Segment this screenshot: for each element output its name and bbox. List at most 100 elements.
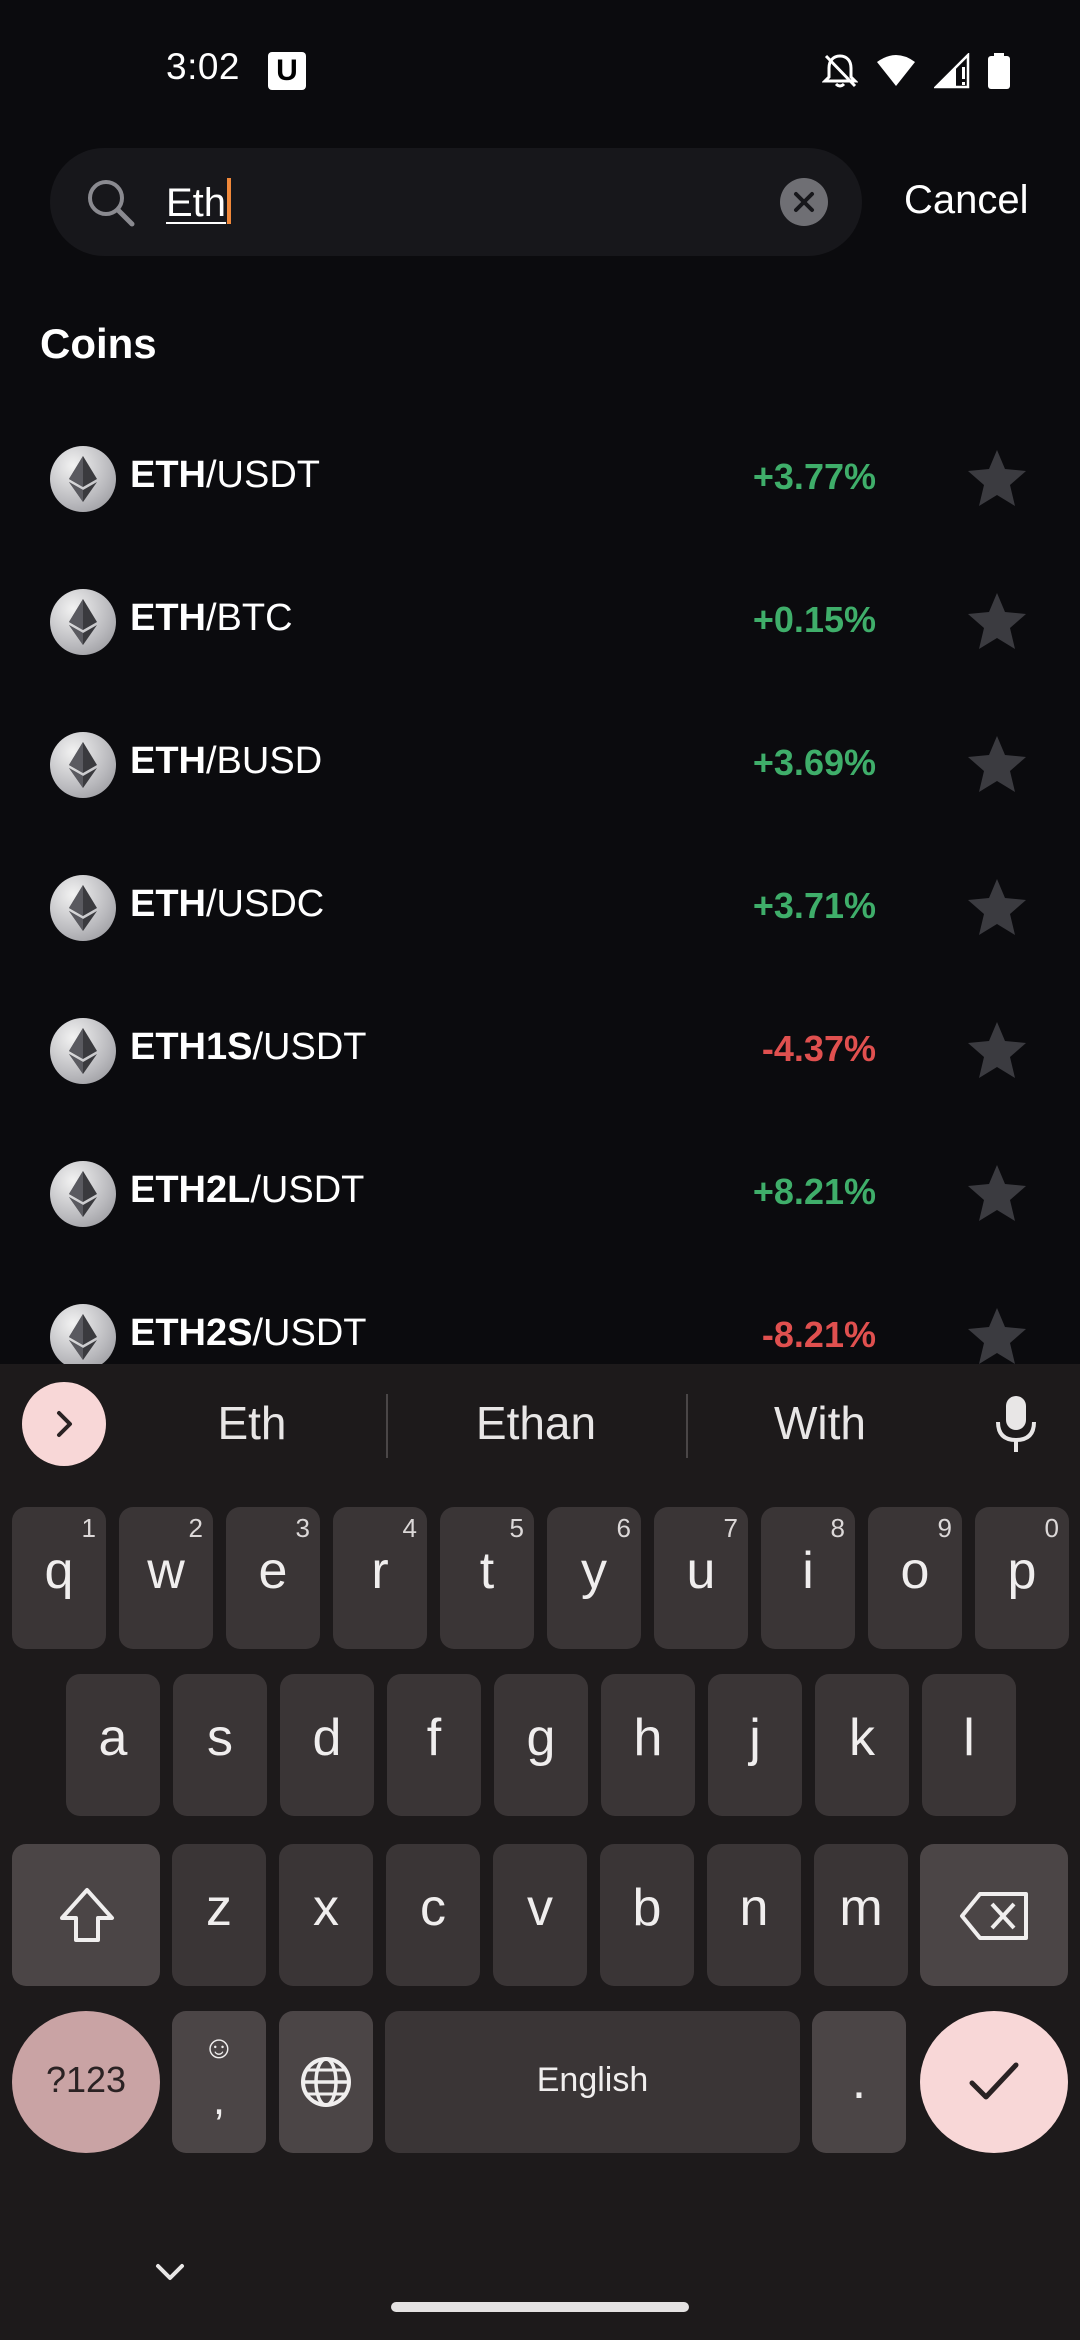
favorite-star-icon[interactable] — [966, 1020, 1028, 1080]
key-hint: 8 — [830, 1513, 845, 1543]
suggestion-3[interactable]: With — [700, 1396, 940, 1450]
key-z[interactable]: z — [172, 1844, 266, 1986]
coin-row[interactable]: ETH2L/USDT +8.21% — [0, 1123, 1080, 1266]
key-label: f — [426, 1709, 442, 1767]
language-key[interactable] — [279, 2011, 373, 2153]
key-label: e — [258, 1542, 288, 1600]
key-w[interactable]: w2 — [119, 1507, 213, 1649]
app-notification-icon: U — [268, 52, 306, 90]
suggestion-strip: Eth Ethan With — [0, 1364, 1080, 1482]
key-p[interactable]: p0 — [975, 1507, 1069, 1649]
key-label: x — [313, 1879, 339, 1937]
backspace-key[interactable] — [920, 1844, 1068, 1986]
coin-row[interactable]: ETH/BTC +0.15% — [0, 551, 1080, 694]
key-a[interactable]: a — [66, 1674, 160, 1816]
key-y[interactable]: y6 — [547, 1507, 641, 1649]
coin-base: ETH2L — [130, 1169, 251, 1211]
checkmark-icon — [969, 2062, 1019, 2100]
search-input[interactable]: Eth — [166, 178, 232, 226]
key-r[interactable]: r4 — [333, 1507, 427, 1649]
ethereum-logo-icon — [50, 732, 116, 798]
suggestion-1[interactable]: Eth — [132, 1396, 372, 1450]
coin-row[interactable]: ETH2S/USDT -8.21% — [0, 1266, 1080, 1364]
coin-list[interactable]: ETH/USDT +3.77% ETH/BTC +0.15% ETH/BUSD +3.69… — [0, 408, 1080, 1364]
key-label: r — [371, 1542, 389, 1600]
coin-pair: ETH2L/USDT — [130, 1169, 364, 1212]
battery-icon — [988, 53, 1010, 89]
key-label: a — [98, 1709, 128, 1767]
shift-key[interactable] — [12, 1844, 160, 1986]
coin-row[interactable]: ETH/USDT +3.77% — [0, 408, 1080, 551]
price-change: -4.37% — [761, 1028, 876, 1069]
key-j[interactable]: j — [708, 1674, 802, 1816]
key-x[interactable]: x — [279, 1844, 373, 1986]
key-f[interactable]: f — [387, 1674, 481, 1816]
favorite-star-icon[interactable] — [966, 591, 1028, 651]
favorite-star-icon[interactable] — [966, 448, 1028, 508]
key-s[interactable]: s — [173, 1674, 267, 1816]
ethereum-logo-icon — [50, 446, 116, 512]
key-e[interactable]: e3 — [226, 1507, 320, 1649]
key-k[interactable]: k — [815, 1674, 909, 1816]
coin-row[interactable]: ETH/USDC +3.71% — [0, 837, 1080, 980]
search-bar[interactable]: Eth — [50, 148, 862, 256]
key-m[interactable]: m — [814, 1844, 908, 1986]
key-label: j — [749, 1709, 761, 1767]
key-i[interactable]: i8 — [761, 1507, 855, 1649]
key-hint: 4 — [402, 1513, 417, 1543]
coin-pair: ETH/BUSD — [130, 740, 322, 783]
price-change: -8.21% — [761, 1314, 876, 1355]
key-label: English — [536, 2061, 649, 2099]
text-caret — [227, 178, 232, 224]
status-icons — [822, 52, 1010, 90]
key-label: l — [963, 1709, 975, 1767]
key-u[interactable]: u7 — [654, 1507, 748, 1649]
key-h[interactable]: h — [601, 1674, 695, 1816]
key-o[interactable]: o9 — [868, 1507, 962, 1649]
key-c[interactable]: c — [386, 1844, 480, 1986]
coin-row[interactable]: ETH1S/USDT -4.37% — [0, 980, 1080, 1123]
price-change: +0.15% — [752, 599, 876, 640]
key-d[interactable]: d — [280, 1674, 374, 1816]
chevron-right-icon — [57, 1411, 72, 1437]
key-t[interactable]: t5 — [440, 1507, 534, 1649]
key-hint: 1 — [81, 1513, 96, 1543]
key-n[interactable]: n — [707, 1844, 801, 1986]
done-key[interactable] — [920, 2011, 1068, 2153]
price-change: +8.21% — [752, 1171, 876, 1212]
key-hint: 0 — [1044, 1513, 1059, 1543]
coin-row[interactable]: ETH/BUSD +3.69% — [0, 694, 1080, 837]
key-label: ?123 — [45, 2059, 127, 2100]
expand-toolbar-button[interactable] — [22, 1382, 106, 1466]
key-l[interactable]: l — [922, 1674, 1016, 1816]
microphone-icon[interactable] — [994, 1394, 1038, 1454]
favorite-star-icon[interactable] — [966, 1306, 1028, 1364]
period-key[interactable]: . — [812, 2011, 906, 2153]
coin-quote: /USDT — [206, 454, 320, 496]
favorite-star-icon[interactable] — [966, 877, 1028, 937]
home-indicator[interactable] — [391, 2302, 689, 2312]
key-hint: 3 — [295, 1513, 310, 1543]
symbols-key[interactable]: ?123 — [12, 2011, 160, 2153]
key-hint: 6 — [616, 1513, 631, 1543]
favorite-star-icon[interactable] — [966, 1163, 1028, 1223]
cancel-button[interactable]: Cancel — [904, 178, 1029, 223]
key-label: z — [206, 1879, 232, 1937]
emoji-comma-key[interactable]: ☺, — [172, 2011, 266, 2153]
favorite-star-icon[interactable] — [966, 734, 1028, 794]
key-g[interactable]: g — [494, 1674, 588, 1816]
key-label: t — [479, 1542, 495, 1600]
key-b[interactable]: b — [600, 1844, 694, 1986]
key-q[interactable]: q1 — [12, 1507, 106, 1649]
suggestion-2[interactable]: Ethan — [416, 1396, 656, 1450]
ethereum-logo-icon — [50, 875, 116, 941]
backspace-icon — [960, 1892, 1028, 1940]
hide-keyboard-icon[interactable] — [152, 2260, 188, 2284]
key-v[interactable]: v — [493, 1844, 587, 1986]
status-bar: 3:02 U — [0, 0, 1080, 140]
clear-search-icon[interactable] — [780, 178, 828, 226]
key-label: v — [527, 1879, 553, 1937]
key-label: i — [802, 1542, 814, 1600]
space-key[interactable]: English — [385, 2011, 800, 2153]
key-label: y — [581, 1542, 607, 1600]
